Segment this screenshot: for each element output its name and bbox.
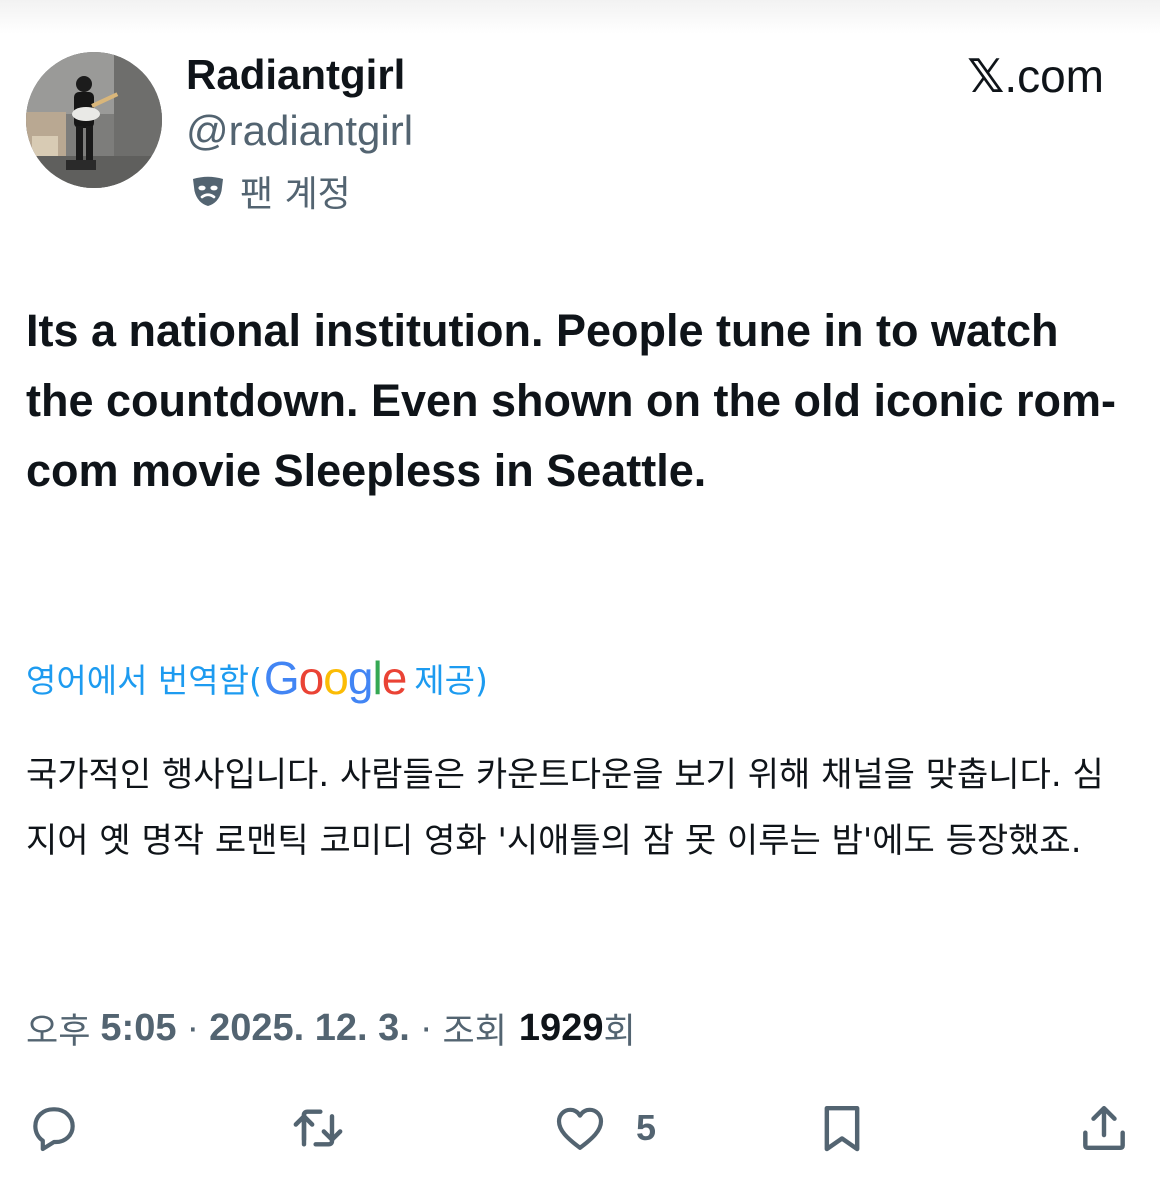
retweet-icon xyxy=(293,1109,343,1147)
tweet-time[interactable]: 5:05 xyxy=(100,1007,176,1050)
top-fade xyxy=(0,0,1160,34)
like-count: 5 xyxy=(636,1107,657,1148)
translation-label: 영어에서 번역함( xyxy=(26,661,262,700)
share-button[interactable] xyxy=(1076,1100,1132,1156)
translation-provider-suffix: 제공) xyxy=(414,661,488,700)
views-unit: 회 xyxy=(603,1011,636,1052)
translation-attribution[interactable]: 영어에서 번역함( Google 제공) xyxy=(26,650,488,706)
google-letter: l xyxy=(372,652,382,704)
views-label: 조회 xyxy=(442,1011,507,1052)
google-letter: o xyxy=(323,652,349,704)
tweet-date[interactable]: 2025. 12. 3. xyxy=(209,1007,410,1050)
heart-icon xyxy=(556,1107,604,1150)
reply-button[interactable] xyxy=(26,1100,82,1156)
google-letter: o xyxy=(298,652,325,704)
meta-separator: · xyxy=(186,1006,200,1049)
time-ampm: 오후 xyxy=(26,1011,91,1052)
reply-icon xyxy=(33,1107,75,1152)
google-letter: e xyxy=(381,652,408,704)
retweet-button[interactable] xyxy=(290,1100,346,1156)
google-logo: Google xyxy=(263,651,408,705)
bookmark-icon xyxy=(824,1105,860,1152)
display-name[interactable]: Radiantgirl xyxy=(186,50,405,100)
tweet-text: Its a national institution. People tune … xyxy=(26,305,1116,496)
tweet-meta: 오후 5:05 · 2025. 12. 3. · 조회 1929 회 xyxy=(26,998,636,1058)
google-letter: g xyxy=(347,652,374,704)
site-label-domain: .com xyxy=(1004,50,1104,102)
translated-text: 국가적인 행사입니다. 사람들은 카운트다운을 보기 위해 채널을 맞춥니다. … xyxy=(26,755,1104,861)
site-label: 𝕏.com xyxy=(967,50,1104,102)
theater-masks-icon xyxy=(193,176,223,206)
fan-account-label: 팬 계정 xyxy=(240,174,351,215)
share-icon xyxy=(1083,1105,1125,1151)
meta-separator: · xyxy=(419,1006,433,1049)
fan-account-badge: 팬 계정 xyxy=(190,166,351,216)
google-letter: G xyxy=(263,652,300,704)
avatar[interactable] xyxy=(26,52,162,188)
user-handle[interactable]: @radiantgirl xyxy=(186,106,413,156)
like-button[interactable]: 5 xyxy=(552,1100,656,1156)
x-logo: 𝕏 xyxy=(967,49,1005,103)
avatar-photo xyxy=(26,52,162,188)
bookmark-button[interactable] xyxy=(814,1100,870,1156)
views-count[interactable]: 1929 xyxy=(519,1007,604,1050)
